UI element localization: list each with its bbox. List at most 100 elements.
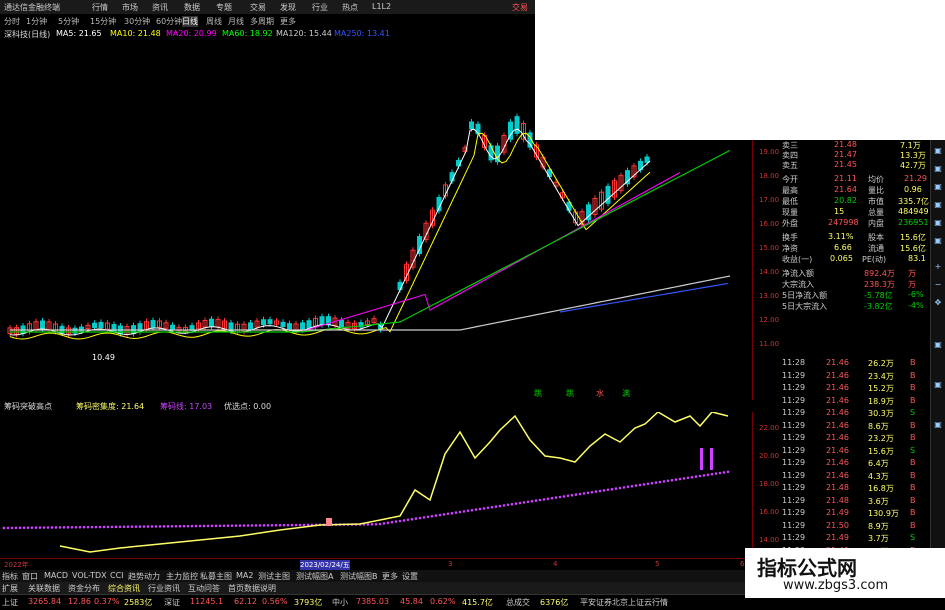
candle-body [306,320,312,329]
indicator-name[interactable]: 筹码突破高点 [4,401,52,412]
menu-item[interactable]: 发现 [280,2,296,13]
tick-list[interactable]: 11:28 21.46 26.2万 B 11:29 21.46 23.4万 B 11:29 21.… [780,358,930,578]
kline-chart[interactable]: 10.49 跳 跳 水 满 [0,40,752,400]
tf-tab[interactable]: 分时 [4,16,20,27]
signal-marker: 水 [596,388,604,398]
toolbar-icon[interactable]: ▣ [933,164,943,174]
tf-tab[interactable]: 5分钟 [58,16,79,27]
indicator-dot [210,524,214,528]
mod-tab[interactable]: 资金分布 [68,583,100,594]
toolbar-icon[interactable]: ▣ [933,236,943,246]
indicator-dot [558,495,562,499]
indicator-dot [394,520,398,523]
indicator-dot [122,525,126,529]
tf-tab[interactable]: 30分钟 [124,16,150,27]
tick-row: 11:29 21.46 30.3万 S [782,408,916,418]
indicator-dot [202,524,206,528]
indicator-dot [718,471,722,475]
mod-tab[interactable]: 综合资讯 [108,583,140,594]
move-icon[interactable]: ✥ [933,298,943,308]
ind-tab[interactable]: 窗口 [22,571,38,582]
ind-tab[interactable]: MACD [44,571,68,580]
mod-tab[interactable]: 扩展 [2,583,18,594]
tf-tab[interactable]: 1分钟 [26,16,47,27]
tf-tab[interactable]: 周线 [206,16,222,27]
indicator-dot [278,523,282,527]
toolbar-icon[interactable]: ▣ [933,218,943,228]
indicator-dot [698,474,702,478]
indicator-line [59,412,729,553]
tf-tab[interactable]: 更多 [280,16,296,27]
tick-row: 11:29 21.48 3.6万 B [782,495,916,506]
indicator-dot [618,486,622,490]
tf-tab[interactable]: 15分钟 [90,16,116,27]
indicator-dot [282,523,286,527]
trade-link[interactable]: 交易 [512,2,528,13]
ind-tab[interactable]: 设置 [402,571,418,582]
indicator-dot [526,500,530,504]
ind-tab[interactable]: MA2 [236,571,253,580]
indicator-dot [106,525,110,529]
ind-tab[interactable]: 趋势动力 [128,571,160,582]
menu-item[interactable]: 行情 [92,2,108,13]
tf-tab-active[interactable]: 日线 [182,16,198,27]
ind-tab[interactable]: 更多 [382,571,398,582]
toolbar-icon[interactable]: ▣ [933,340,943,350]
menu-item[interactable]: 热点 [342,2,358,13]
ind-tab[interactable]: 主力监控 [166,571,198,582]
indicator-dot [250,524,254,527]
menu-item[interactable]: 交易 [250,2,266,13]
ind-tab[interactable]: 私募主图 [200,571,232,582]
menu-item[interactable]: 数据 [184,2,200,13]
minus-icon[interactable]: − [933,280,943,290]
indicator-dot [70,525,74,529]
menu-item[interactable]: 专题 [216,2,232,13]
tf-tab[interactable]: 月线 [228,16,244,27]
toolbar-icon[interactable]: ▣ [933,380,943,390]
indicator-chart[interactable] [0,412,752,558]
indicator-dot [678,477,682,481]
menu-item[interactable]: 资讯 [152,2,168,13]
ind-tab[interactable]: 测试幅图A [296,571,333,582]
mod-tab[interactable]: 行业资讯 [148,583,180,594]
indicator-dot [490,505,494,509]
menu-item[interactable]: 行业 [312,2,328,13]
mod-tab[interactable]: 首页数据说明 [228,583,276,594]
ind-tab[interactable]: 测试幅图B [340,571,378,582]
toolbar-icon[interactable]: ▣ [933,182,943,192]
ind-tab[interactable]: VOL-TDX [72,571,107,580]
ind-tab[interactable]: 指标 [2,571,18,582]
indicator-dot [146,525,150,528]
candle-body [339,319,344,328]
indicator-dot [418,516,422,520]
menu-item[interactable]: 市场 [122,2,138,13]
indicator-dot [658,480,662,484]
indicator-dot [494,505,498,508]
candle-body [319,316,325,326]
indicator-dot [230,524,234,527]
ma5-line [9,128,651,336]
toolbar-icon[interactable]: ▣ [933,146,943,156]
ind-tab[interactable]: CCI [110,571,124,580]
indicator-dot [706,473,710,477]
mod-tab[interactable]: 关联数据 [28,583,60,594]
indicator-dot [374,522,378,526]
indicator-dot [726,470,730,474]
indicator-dot [150,525,154,528]
indicator-dot [506,503,510,507]
menu-item[interactable]: L1L2 [372,2,391,11]
tf-tab[interactable]: 60分钟 [156,16,182,27]
axis-tick: 19.00 [759,148,780,156]
watermark-title: 指标公式网 [757,556,857,580]
toolbar-icon[interactable]: ▣ [933,200,943,210]
indicator-dot [662,480,666,483]
tf-tab[interactable]: 多周期 [250,16,274,27]
axis-label: 3 [448,560,453,568]
indicator-dot [438,513,442,517]
indicator-tabs: 指标 窗口 MACD VOL-TDX CCI 趋势动力 主力监控 私募主图 MA… [0,570,752,582]
plus-icon[interactable]: + [933,262,943,272]
ind-tab[interactable]: 测试主图 [258,571,290,582]
toolbar-icon[interactable]: ▣ [933,420,943,430]
mod-tab[interactable]: 互动问答 [188,583,220,594]
indicator-dot [214,524,218,528]
